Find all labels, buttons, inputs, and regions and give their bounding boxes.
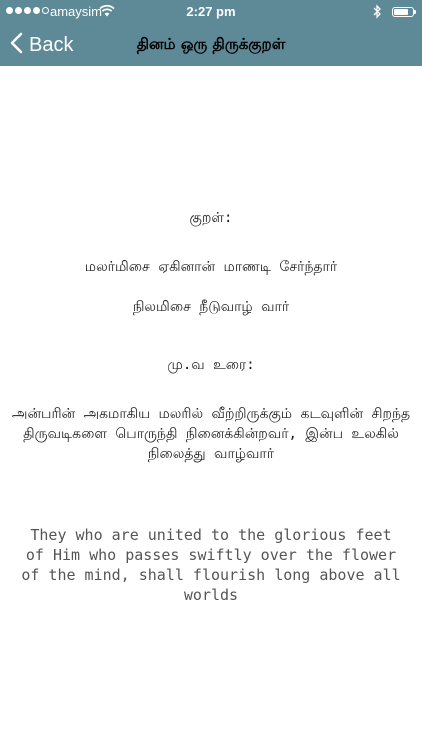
commentary-text: அன்பரின் அகமாகிய மலரில் வீற்றிருக்கும் க… bbox=[11, 406, 411, 462]
back-button[interactable]: Back bbox=[10, 29, 73, 61]
navigation-bar: Back தினம் ஒரு திருக்குறள் bbox=[0, 24, 422, 66]
status-bar: amaysim 2:27 pm bbox=[0, 0, 422, 24]
kural-line-2: நிலமிசை நீடுவாழ் வார் bbox=[132, 299, 290, 315]
page-title: தினம் ஒரு திருக்குறள் bbox=[136, 35, 286, 53]
kural-heading: குறள்: bbox=[189, 210, 233, 226]
commentary-heading: மு.வ உரை: bbox=[167, 357, 255, 373]
english-translation: They who are united to the glorious feet… bbox=[21, 526, 401, 604]
battery-icon bbox=[392, 7, 416, 17]
chevron-left-icon bbox=[10, 32, 23, 58]
back-label: Back bbox=[29, 33, 74, 56]
status-time: 2:27 pm bbox=[186, 4, 236, 19]
bluetooth-icon bbox=[373, 4, 382, 22]
kural-line-1: மலர்மிசை ஏகினான் மாணடி சேர்ந்தார் bbox=[84, 259, 338, 275]
